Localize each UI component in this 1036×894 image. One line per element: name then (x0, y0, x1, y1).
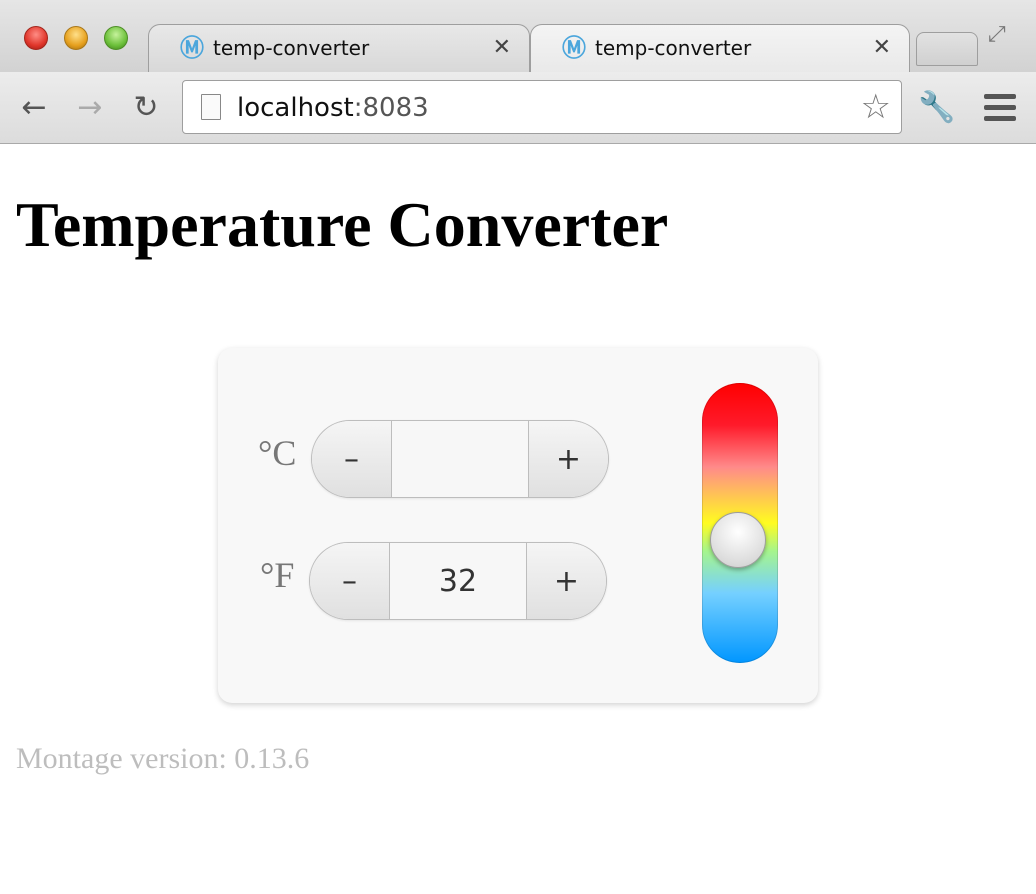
url-text[interactable]: localhost:8083 (237, 93, 429, 123)
reload-icon[interactable]: ↻ (128, 90, 164, 126)
fahrenheit-stepper: – + (309, 542, 607, 620)
fahrenheit-label: °F (260, 555, 295, 595)
minimize-window-button[interactable] (64, 26, 88, 50)
celsius-stepper: – + (311, 420, 609, 498)
montage-logo-icon: Ⓜ (562, 34, 586, 62)
forward-arrow-icon[interactable]: → (72, 90, 108, 126)
close-window-button[interactable] (24, 26, 48, 50)
tab-title: temp-converter (213, 36, 370, 60)
menu-icon[interactable] (984, 94, 1016, 122)
back-arrow-icon[interactable]: ← (16, 90, 52, 126)
celsius-decrement-button[interactable]: – (312, 421, 392, 497)
browser-toolbar: ← → ↻ localhost:8083 ☆ 🔧 (0, 72, 1036, 143)
page-title: Temperature Converter (16, 189, 669, 260)
address-bar[interactable]: localhost:8083 ☆ (182, 80, 902, 134)
converter-card: °C – + °F – + (218, 348, 818, 703)
fahrenheit-increment-button[interactable]: + (526, 543, 606, 619)
fahrenheit-input[interactable] (390, 543, 526, 619)
wrench-icon[interactable]: 🔧 (918, 90, 955, 126)
new-tab-button[interactable] (916, 32, 978, 66)
celsius-increment-button[interactable]: + (528, 421, 608, 497)
close-icon[interactable]: ✕ (873, 35, 891, 60)
fullscreen-icon[interactable]: ⤢ (988, 22, 1016, 50)
tab-title: temp-converter (595, 36, 752, 60)
zoom-window-button[interactable] (104, 26, 128, 50)
montage-version: Montage version: 0.13.6 (16, 742, 310, 775)
montage-logo-icon: Ⓜ (180, 34, 204, 62)
tab-temp-converter-2[interactable]: Ⓜ temp-converter ✕ (530, 24, 910, 72)
close-icon[interactable]: ✕ (493, 35, 511, 60)
tab-strip: Ⓜ temp-converter ✕ Ⓜ temp-converter ✕ ⤢ (0, 0, 1036, 72)
bookmark-star-icon[interactable]: ☆ (861, 87, 891, 127)
url-host: localhost (237, 93, 354, 123)
temperature-slider[interactable] (702, 383, 778, 663)
browser-chrome: Ⓜ temp-converter ✕ Ⓜ temp-converter ✕ ⤢ … (0, 0, 1036, 144)
celsius-input[interactable] (392, 421, 528, 497)
tab-temp-converter-1[interactable]: Ⓜ temp-converter ✕ (148, 24, 530, 72)
fahrenheit-decrement-button[interactable]: – (310, 543, 390, 619)
slider-knob[interactable] (710, 511, 766, 568)
celsius-label: °C (258, 433, 297, 473)
page-icon (201, 94, 221, 120)
url-port: :8083 (353, 93, 429, 123)
